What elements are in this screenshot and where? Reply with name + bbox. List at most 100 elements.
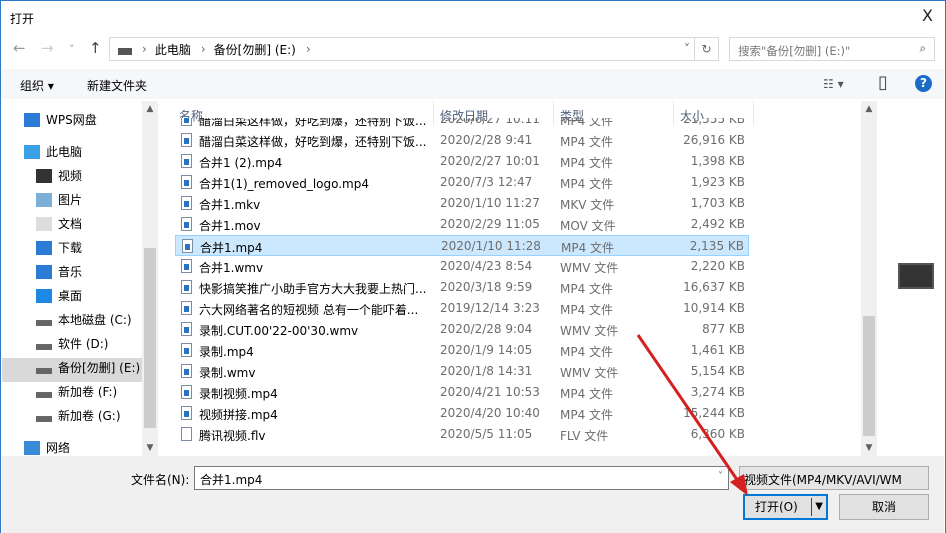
file-type: WMV 文件	[560, 324, 619, 338]
sidebar-item[interactable]: 新加卷 (F:)	[36, 381, 117, 403]
file-icon	[181, 133, 192, 147]
organize-button[interactable]: 组织 ▾	[20, 77, 54, 94]
file-name: 录制.mp4	[199, 345, 254, 359]
file-name: 腾讯视频.flv	[199, 429, 266, 443]
sidebar-item-label: 图片	[58, 193, 83, 207]
file-size: 2,220 KB	[690, 259, 745, 273]
sidebar-item[interactable]: 备份[勿删] (E:)	[36, 357, 140, 379]
cancel-button[interactable]: 取消	[839, 494, 929, 520]
sidebar-scrollbar[interactable]: ▲ ▼	[142, 101, 158, 456]
file-type-filter[interactable]: 视频文件(MP4/MKV/AVI/WM	[739, 466, 929, 490]
drive-icon	[118, 47, 132, 55]
file-name: 醋溜白菜这样做，好吃到爆，还特别下饭...	[199, 135, 427, 149]
sidebar-item[interactable]: 音乐	[36, 261, 82, 283]
file-row[interactable]: 录制视频.mp4 2020/4/21 10:53 MP4 文件 3,274 KB	[175, 382, 749, 403]
open-button[interactable]: 打开(O) ▼	[743, 494, 828, 520]
open-dropdown-icon[interactable]: ▼	[815, 496, 823, 518]
new-folder-button[interactable]: 新建文件夹	[87, 77, 147, 94]
sidebar-item[interactable]: 下载	[36, 237, 82, 259]
file-list-scrollbar[interactable]: ▲ ▼	[861, 101, 877, 456]
file-row[interactable]: 六大网络著名的短视频 总有一个能吓着... 2019/12/14 3:23 MP…	[175, 298, 749, 319]
file-row[interactable]: 合并1.mov 2020/2/29 11:05 MOV 文件 2,492 KB	[175, 214, 749, 235]
file-row[interactable]: 快影搞笑推广小助手官方大大我要上热门... 2020/3/18 9:59 MP4…	[175, 277, 749, 298]
file-row[interactable]: 醋溜白菜这样做，好吃到爆，还特别下饭... 2020/6/27 10:11 MP…	[175, 118, 749, 130]
file-row[interactable]: 录制.CUT.00'22-00'30.wmv 2020/2/28 9:04 WM…	[175, 319, 749, 340]
breadcrumb-drive-e[interactable]: 备份[勿删] (E:)	[214, 41, 296, 58]
back-button[interactable]: ←	[13, 39, 26, 57]
file-icon	[181, 385, 192, 399]
file-size: 877 KB	[702, 322, 745, 336]
file-type: MKV 文件	[560, 198, 615, 212]
filename-input[interactable]: 合并1.mp4 ˅	[194, 466, 729, 490]
file-row[interactable]: 录制.mp4 2020/1/9 14:05 MP4 文件 1,461 KB	[175, 340, 749, 361]
sidebar-item[interactable]: 软件 (D:)	[36, 333, 108, 355]
sidebar-item-label: 音乐	[58, 265, 83, 279]
file-icon	[181, 259, 192, 273]
file-icon	[181, 280, 192, 294]
drive-icon	[36, 320, 52, 326]
sidebar-item[interactable]: 新加卷 (G:)	[36, 405, 121, 427]
file-date: 2020/4/23 8:54	[440, 259, 533, 273]
file-row[interactable]: 合并1.wmv 2020/4/23 8:54 WMV 文件 2,220 KB	[175, 256, 749, 277]
file-name: 视频拼接.mp4	[199, 408, 278, 422]
file-scroll-thumb[interactable]	[863, 316, 875, 436]
address-dropdown-icon[interactable]: ˅	[684, 42, 690, 56]
file-name: 快影搞笑推广小助手官方大大我要上热门...	[199, 282, 427, 296]
file-icon	[181, 301, 192, 315]
sidebar-item[interactable]: 桌面	[36, 285, 82, 307]
refresh-button[interactable]: ↻	[694, 38, 718, 60]
help-button[interactable]: ?	[915, 75, 932, 92]
file-type: MP4 文件	[560, 345, 614, 359]
sidebar-item[interactable]: 文档	[36, 213, 82, 235]
address-bar[interactable]: › 此电脑 › 备份[勿删] (E:) › ˅ ↻	[109, 37, 719, 61]
recent-locations-button[interactable]: ˅	[69, 43, 75, 56]
file-name: 醋溜白菜这样做，好吃到爆，还特别下饭...	[199, 118, 427, 128]
sidebar-item[interactable]: 此电脑	[24, 141, 82, 163]
file-type: WMV 文件	[560, 261, 619, 275]
file-icon	[181, 322, 192, 336]
drive-icon	[36, 344, 52, 350]
sidebar-item[interactable]: 本地磁盘 (C:)	[36, 309, 132, 331]
up-button[interactable]: ↑	[89, 39, 102, 57]
forward-button[interactable]: →	[41, 39, 54, 57]
file-row[interactable]: 视频拼接.mp4 2020/4/20 10:40 MP4 文件 15,244 K…	[175, 403, 749, 424]
file-icon	[181, 364, 192, 378]
file-size: 26,916 KB	[683, 133, 745, 147]
computer-icon	[24, 145, 40, 159]
sidebar-scroll-thumb[interactable]	[144, 248, 156, 428]
sidebar-item-label: 此电脑	[46, 145, 83, 159]
file-name: 合并1(1)_removed_logo.mp4	[199, 177, 369, 191]
file-row[interactable]: 合并1 (2).mp4 2020/2/27 10:01 MP4 文件 1,398…	[175, 151, 749, 172]
file-row[interactable]: 合并1.mkv 2020/1/10 11:27 MKV 文件 1,703 KB	[175, 193, 749, 214]
file-name: 六大网络著名的短视频 总有一个能吓着...	[199, 303, 419, 317]
file-date: 2020/4/21 10:53	[440, 385, 540, 399]
file-type: MP4 文件	[560, 118, 614, 128]
file-row[interactable]: 腾讯视频.flv 2020/5/5 11:05 FLV 文件 6,360 KB	[175, 424, 749, 445]
file-date: 2020/2/28 9:41	[440, 133, 533, 147]
file-row[interactable]: 录制.wmv 2020/1/8 14:31 WMV 文件 5,154 KB	[175, 361, 749, 382]
file-icon	[181, 343, 192, 357]
file-date: 2019/12/14 3:23	[440, 301, 540, 315]
view-options-button[interactable]: ☷ ▾	[823, 77, 844, 91]
file-size: 6,360 KB	[690, 427, 745, 441]
sidebar-item-label: 本地磁盘 (C:)	[58, 313, 132, 327]
breadcrumb-this-pc[interactable]: 此电脑	[155, 41, 191, 58]
file-row[interactable]: 合并1.mp4 2020/1/10 11:28 MP4 文件 2,135 KB	[175, 235, 749, 256]
close-button[interactable]: X	[922, 6, 933, 25]
file-type: MP4 文件	[560, 303, 614, 317]
sidebar-item[interactable]: 视频	[36, 165, 82, 187]
open-label: 打开(O)	[755, 500, 798, 514]
preview-pane-button[interactable]: ▯	[878, 72, 888, 93]
file-name: 录制.wmv	[199, 366, 256, 380]
search-placeholder: 搜索"备份[勿删] (E:)"	[738, 44, 851, 58]
sidebar-item[interactable]: 图片	[36, 189, 82, 211]
search-input[interactable]: 搜索"备份[勿删] (E:)" ⌕	[729, 37, 935, 61]
music-icon	[36, 265, 52, 279]
file-date: 2020/2/29 11:05	[440, 217, 540, 231]
file-icon	[181, 427, 192, 441]
filename-dropdown-icon[interactable]: ˅	[718, 471, 723, 482]
file-row[interactable]: 合并1(1)_removed_logo.mp4 2020/7/3 12:47 M…	[175, 172, 749, 193]
file-row[interactable]: 醋溜白菜这样做，好吃到爆，还特别下饭... 2020/2/28 9:41 MP4…	[175, 130, 749, 151]
breadcrumb-separator: ›	[142, 42, 147, 56]
sidebar-item[interactable]: WPS网盘	[24, 109, 97, 131]
